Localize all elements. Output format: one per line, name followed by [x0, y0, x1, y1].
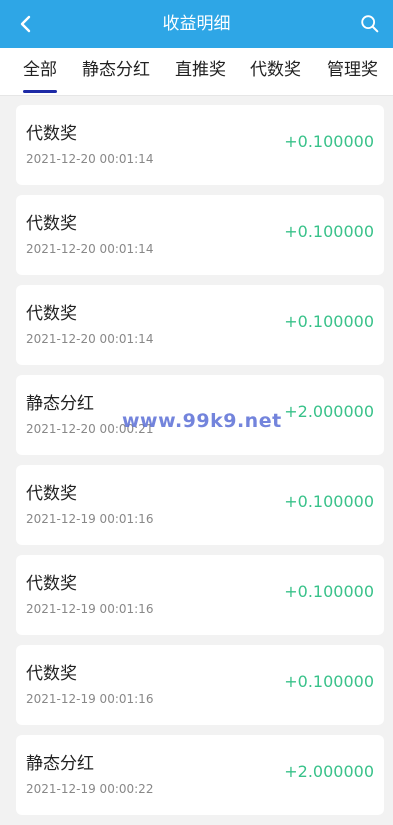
list-item[interactable]: 静态分红 2021-12-19 00:00:22 +2.000000	[16, 735, 384, 815]
watermark: www.99k9.net	[122, 410, 282, 432]
tab-label: 直推奖	[175, 60, 226, 80]
record-amount: +0.100000	[284, 672, 374, 691]
record-name: 静态分红	[26, 394, 94, 414]
tab-bar: 全部 静态分红 直推奖 代数奖 管理奖	[0, 48, 393, 96]
record-name: 代数奖	[26, 214, 77, 234]
tab-label: 代数奖	[250, 60, 301, 80]
list-item[interactable]: 代数奖 2021-12-19 00:01:16 +0.100000	[16, 555, 384, 635]
earnings-list: 代数奖 2021-12-20 00:01:14 +0.100000 代数奖 20…	[16, 105, 384, 825]
list-item[interactable]: 代数奖 2021-12-20 00:01:14 +0.100000	[16, 105, 384, 185]
active-tab-indicator	[23, 90, 57, 93]
tab-management-bonus[interactable]: 管理奖	[327, 48, 378, 95]
record-name: 代数奖	[26, 484, 77, 504]
record-name: 静态分红	[26, 754, 94, 774]
record-amount: +2.000000	[284, 762, 374, 781]
record-time: 2021-12-19 00:01:16	[26, 602, 154, 616]
record-time: 2021-12-20 00:01:14	[26, 152, 154, 166]
tab-all[interactable]: 全部	[23, 48, 57, 95]
page-title: 收益明细	[162, 14, 231, 34]
record-name: 代数奖	[26, 664, 77, 684]
record-time: 2021-12-19 00:01:16	[26, 512, 154, 526]
record-amount: +0.100000	[284, 582, 374, 601]
record-amount: +0.100000	[284, 222, 374, 241]
record-time: 2021-12-19 00:00:22	[26, 782, 154, 796]
app-header: 收益明细	[0, 0, 393, 48]
tab-label: 静态分红	[82, 60, 150, 80]
record-time: 2021-12-20 00:01:14	[26, 332, 154, 346]
tab-label: 全部	[23, 60, 57, 80]
list-item[interactable]: 代数奖 2021-12-20 00:01:14 +0.100000	[16, 285, 384, 365]
tab-generation-bonus[interactable]: 代数奖	[250, 48, 301, 95]
tab-label: 管理奖	[327, 60, 378, 80]
record-name: 代数奖	[26, 304, 77, 324]
record-name: 代数奖	[26, 124, 77, 144]
record-amount: +0.100000	[284, 312, 374, 331]
list-item[interactable]: 代数奖 2021-12-19 00:01:16 +0.100000	[16, 465, 384, 545]
record-time: 2021-12-19 00:01:16	[26, 692, 154, 706]
record-name: 代数奖	[26, 574, 77, 594]
record-amount: +0.100000	[284, 492, 374, 511]
list-item[interactable]: 代数奖 2021-12-19 00:01:16 +0.100000	[16, 645, 384, 725]
record-amount: +2.000000	[284, 402, 374, 421]
search-icon[interactable]	[359, 13, 381, 35]
record-time: 2021-12-20 00:01:14	[26, 242, 154, 256]
tab-direct-referral[interactable]: 直推奖	[175, 48, 226, 95]
tab-static-dividend[interactable]: 静态分红	[82, 48, 150, 95]
list-item[interactable]: 代数奖 2021-12-20 00:01:14 +0.100000	[16, 195, 384, 275]
record-amount: +0.100000	[284, 132, 374, 151]
